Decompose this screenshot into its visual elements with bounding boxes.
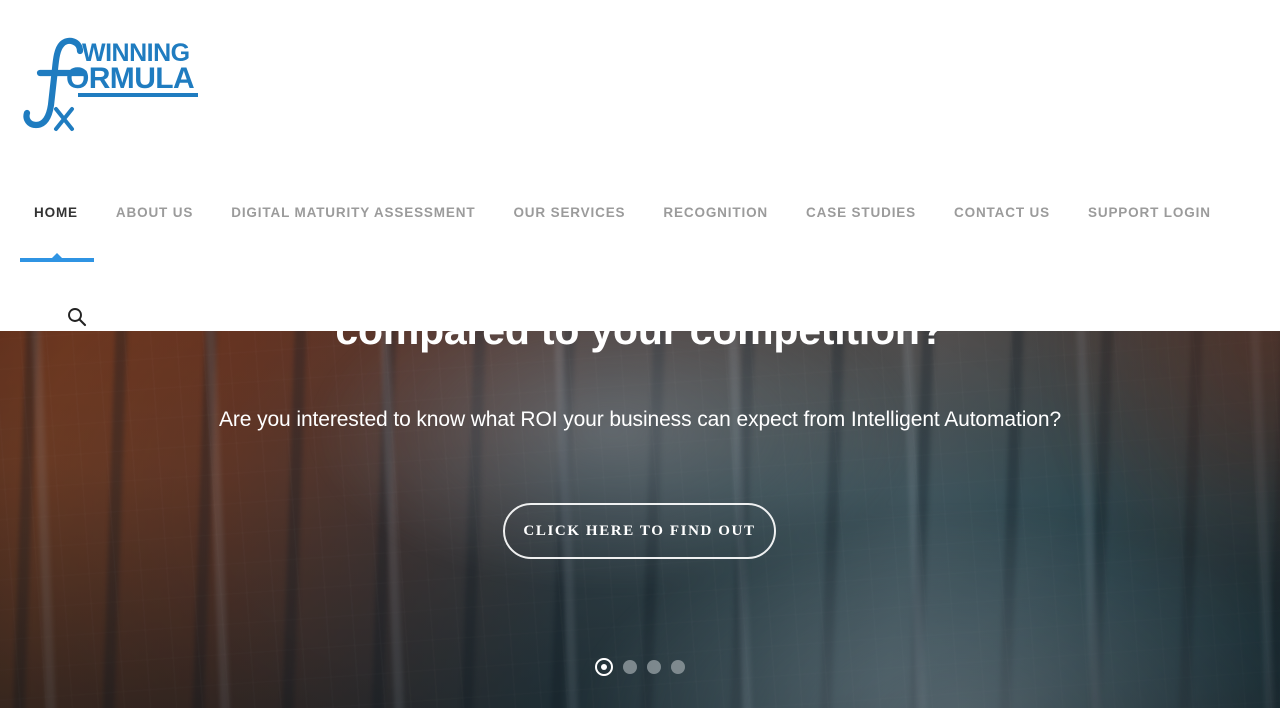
carousel-dot-3[interactable] (647, 660, 661, 674)
page-bottom-strip (0, 708, 1280, 720)
carousel-dot-2[interactable] (623, 660, 637, 674)
nav-item-support-login[interactable]: SUPPORT LOGIN (1088, 199, 1211, 227)
search-button[interactable] (66, 306, 88, 328)
nav-item-about-us[interactable]: ABOUT US (116, 199, 193, 227)
carousel-dot-1[interactable] (595, 658, 613, 676)
nav-item-digital-maturity-assessment[interactable]: DIGITAL MATURITY ASSESSMENT (231, 199, 475, 227)
site-header: WINNING ORMULA HOME ABOUT US DIGITAL MAT… (0, 0, 1280, 331)
site-logo[interactable]: WINNING ORMULA (18, 33, 218, 133)
nav-item-recognition[interactable]: RECOGNITION (663, 199, 768, 227)
carousel-dots (0, 658, 1280, 676)
nav-item-case-studies[interactable]: CASE STUDIES (806, 199, 916, 227)
nav-active-indicator (20, 253, 94, 262)
carousel-dot-4[interactable] (671, 660, 685, 674)
page-root: compared to your competition? Are you in… (0, 0, 1280, 720)
nav-item-our-services[interactable]: OUR SERVICES (513, 199, 625, 227)
integral-f-x-icon: WINNING ORMULA (23, 37, 198, 131)
nav-item-home[interactable]: HOME (34, 199, 78, 227)
main-navigation: HOME ABOUT US DIGITAL MATURITY ASSESSMEN… (0, 196, 1280, 230)
svg-text:ORMULA: ORMULA (66, 62, 194, 95)
nav-item-contact-us[interactable]: CONTACT US (954, 199, 1050, 227)
hero-carousel: compared to your competition? Are you in… (0, 331, 1280, 708)
hero-headline: compared to your competition? (0, 331, 1280, 355)
search-icon (68, 308, 87, 327)
hero-cta-button[interactable]: CLICK HERE TO FIND OUT (503, 503, 776, 559)
hero-content: compared to your competition? Are you in… (0, 331, 1280, 708)
hero-subheadline: Are you interested to know what ROI your… (218, 408, 1062, 431)
